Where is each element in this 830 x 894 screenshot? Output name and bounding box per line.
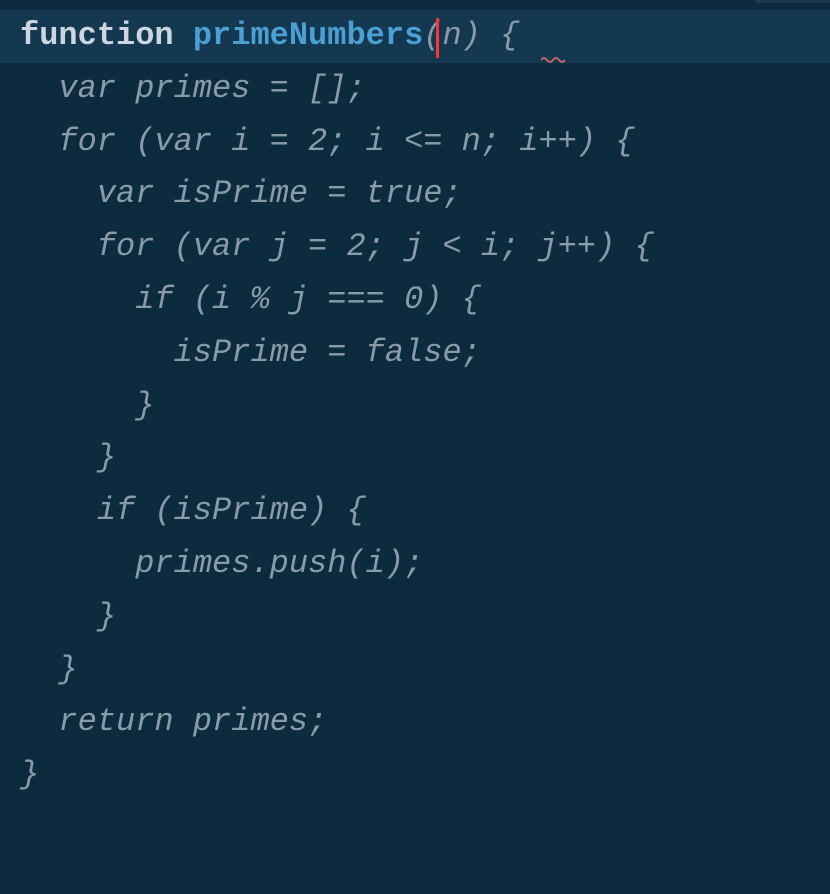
code-line-7[interactable]: isPrime = false;: [0, 327, 830, 380]
error-squiggle-icon: [541, 56, 565, 66]
code-line-15[interactable]: }: [0, 749, 830, 802]
code-line-5[interactable]: for (var j = 2; j < i; j++) {: [0, 221, 830, 274]
code-line-10[interactable]: if (isPrime) {: [0, 485, 830, 538]
code-line-9[interactable]: }: [0, 432, 830, 485]
code-line-2[interactable]: var primes = [];: [0, 63, 830, 116]
code-line-13[interactable]: }: [0, 644, 830, 697]
tab-indicator: [755, 0, 830, 3]
code-line-1[interactable]: function primeNumbers(n) {: [0, 10, 830, 63]
code-line-6[interactable]: if (i % j === 0) {: [0, 274, 830, 327]
code-editor[interactable]: function primeNumbers(n) { var primes = …: [0, 10, 830, 802]
code-line-14[interactable]: return primes;: [0, 696, 830, 749]
code-line-11[interactable]: primes.push(i);: [0, 538, 830, 591]
code-line-4[interactable]: var isPrime = true;: [0, 168, 830, 221]
keyword-function: function: [20, 17, 193, 54]
code-line-12[interactable]: }: [0, 591, 830, 644]
code-line-3[interactable]: for (var i = 2; i <= n; i++) {: [0, 116, 830, 169]
code-line-8[interactable]: }: [0, 380, 830, 433]
function-name: primeNumbers: [193, 17, 423, 54]
text-cursor: [436, 18, 439, 58]
